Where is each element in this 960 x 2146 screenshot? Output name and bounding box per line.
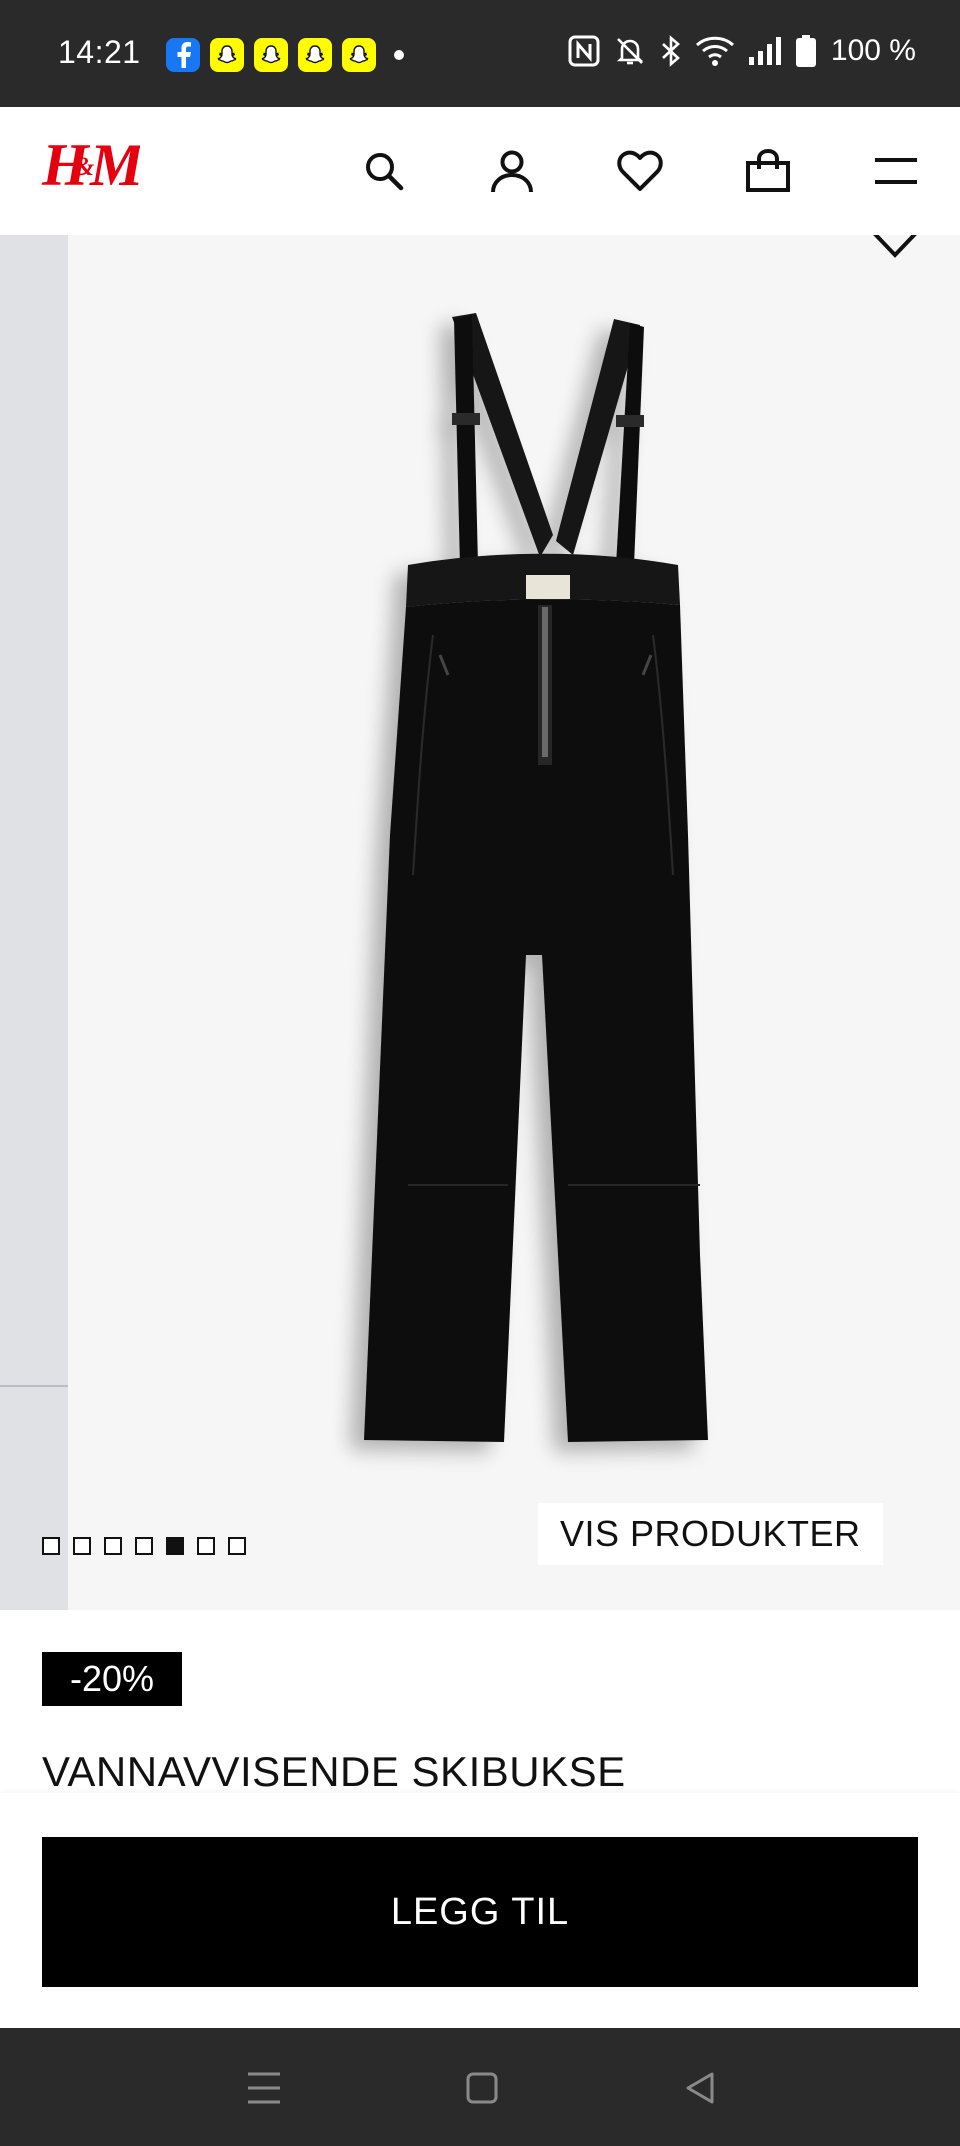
system-icons: 100 % xyxy=(567,34,916,68)
recent-apps-icon[interactable] xyxy=(238,2062,290,2114)
add-to-cart-bar: LEGG TIL xyxy=(0,1793,960,2028)
svg-text:M: M xyxy=(89,132,140,197)
pagination-dot[interactable] xyxy=(42,1537,60,1555)
notification-icons xyxy=(166,38,404,72)
pagination-dot-active[interactable] xyxy=(166,1537,184,1555)
snapchat-icon xyxy=(298,38,332,72)
discount-badge: -20% xyxy=(42,1652,182,1706)
product-image[interactable] xyxy=(68,235,960,1610)
bluetooth-icon xyxy=(662,35,680,67)
system-nav-bar xyxy=(0,2028,960,2146)
battery-icon xyxy=(795,35,816,67)
pagination-dot[interactable] xyxy=(73,1537,91,1555)
previous-image-peek[interactable] xyxy=(0,235,68,1610)
back-icon[interactable] xyxy=(674,2062,726,2114)
snapchat-icon xyxy=(254,38,288,72)
image-pagination[interactable] xyxy=(42,1537,246,1555)
nfc-icon xyxy=(568,35,600,67)
status-time: 14:21 xyxy=(58,34,141,70)
snapchat-icon xyxy=(342,38,376,72)
pagination-dot[interactable] xyxy=(104,1537,122,1555)
battery-percentage: 100 % xyxy=(830,34,916,67)
pagination-dot[interactable] xyxy=(228,1537,246,1555)
search-icon[interactable] xyxy=(358,145,410,197)
facebook-icon xyxy=(166,38,200,72)
wifi-icon xyxy=(695,36,734,66)
product-title: VANNAVVISENDE SKIBUKSE xyxy=(42,1748,626,1795)
pagination-dot[interactable] xyxy=(135,1537,153,1555)
snapchat-icon xyxy=(210,38,244,72)
more-notifications-dot xyxy=(394,50,404,60)
favorites-icon[interactable] xyxy=(614,145,666,197)
add-to-cart-button[interactable]: LEGG TIL xyxy=(42,1837,918,1987)
pagination-dot[interactable] xyxy=(197,1537,215,1555)
account-icon[interactable] xyxy=(486,145,538,197)
status-bar: 14:21 100 % xyxy=(0,0,960,107)
brand-logo[interactable]: H & M xyxy=(40,129,149,202)
home-icon[interactable] xyxy=(456,2062,508,2114)
signal-icon xyxy=(748,37,781,65)
bell-muted-icon xyxy=(616,38,644,65)
menu-icon[interactable] xyxy=(870,145,922,197)
chevron-down-icon[interactable] xyxy=(872,235,918,264)
show-products-button[interactable]: VIS PRODUKTER xyxy=(538,1503,883,1565)
product-gallery[interactable]: VIS PRODUKTER xyxy=(0,235,960,1610)
cart-icon[interactable] xyxy=(742,145,794,197)
site-header: H & M xyxy=(0,107,960,235)
